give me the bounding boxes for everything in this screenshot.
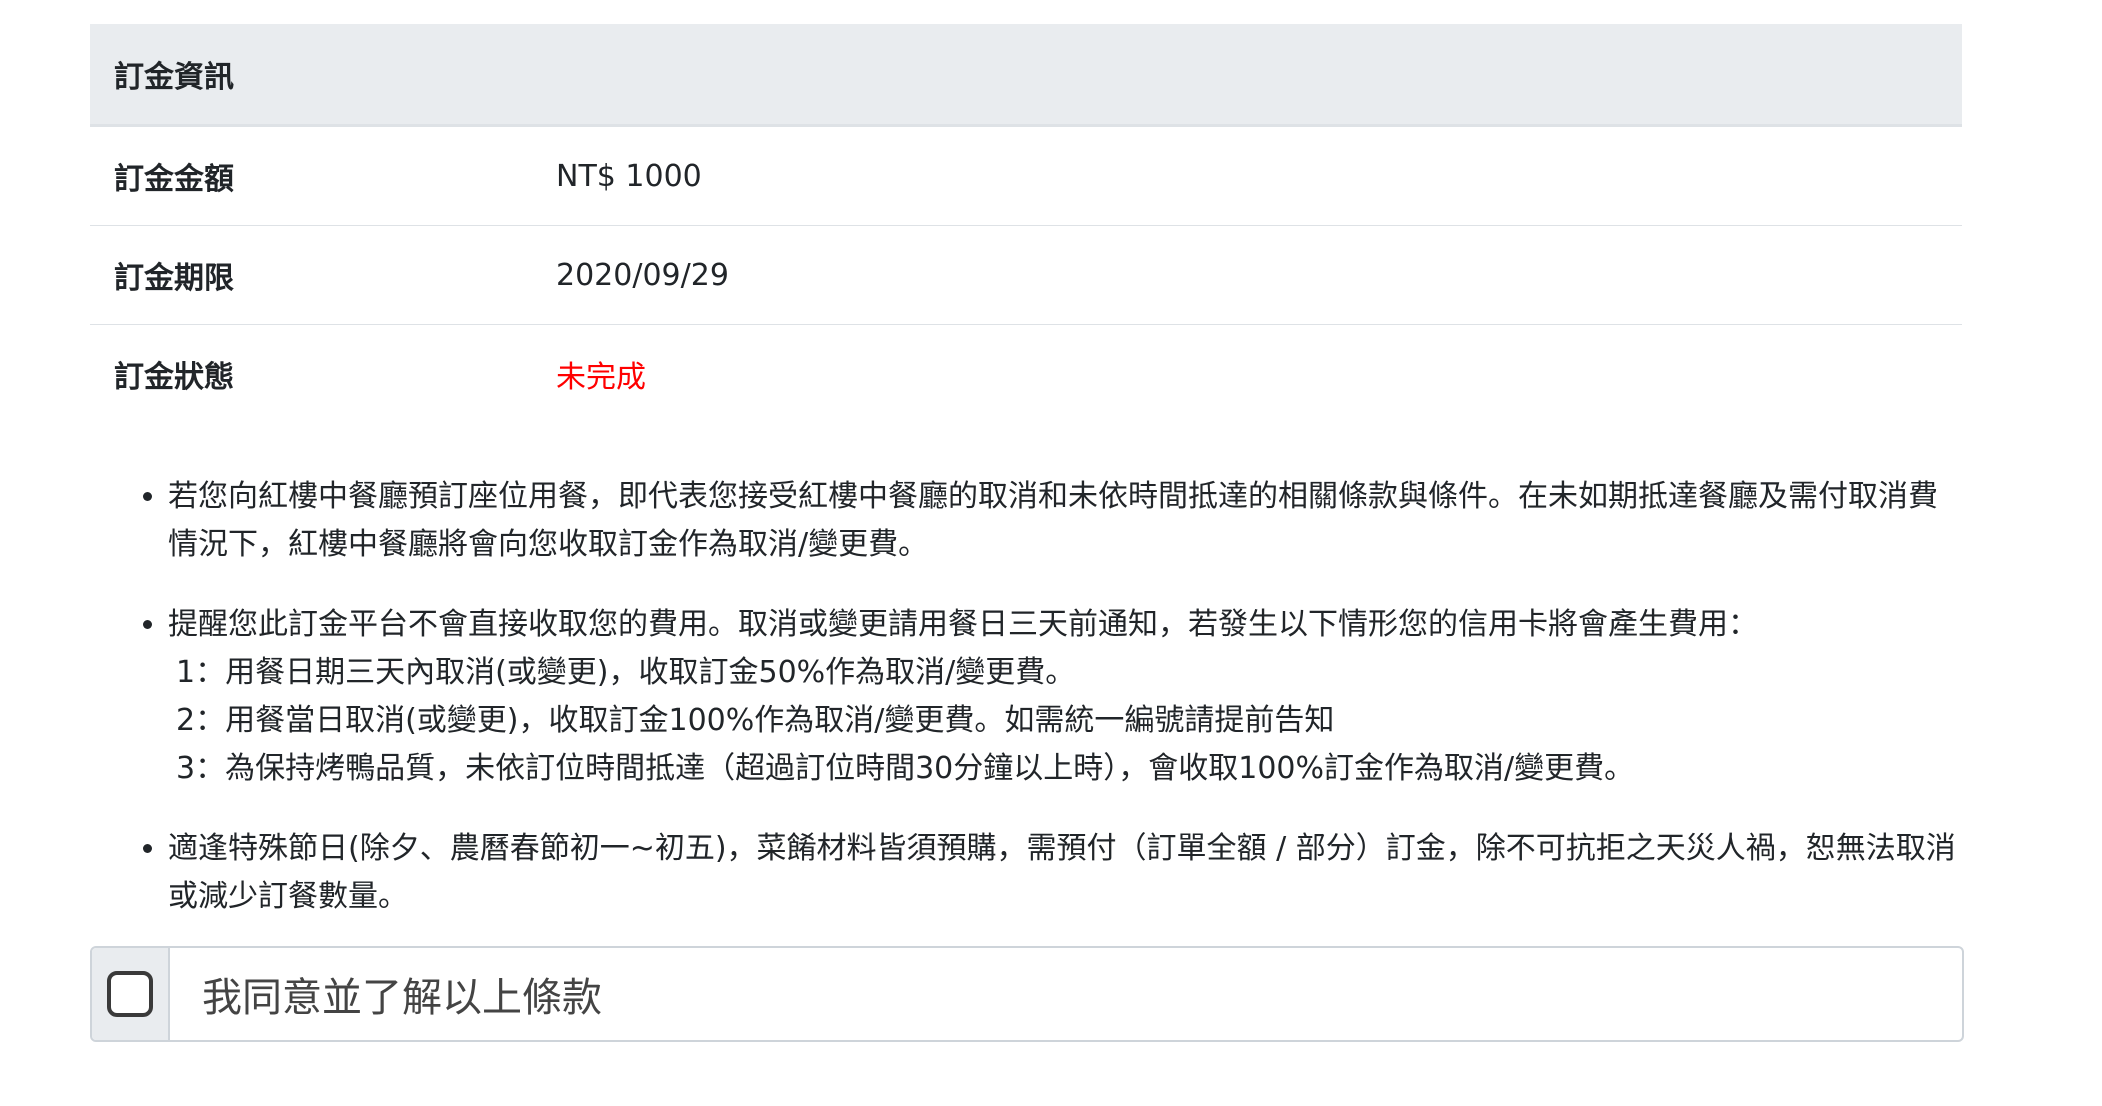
- table-row: 訂金期限 2020/09/29: [90, 225, 1962, 325]
- deposit-section: 訂金資訊 訂金金額 NT$ 1000 訂金期限 2020/09/29 訂金狀態 …: [90, 24, 1964, 1042]
- agree-terms-label[interactable]: 我同意並了解以上條款: [170, 948, 602, 1040]
- terms-fee-item-2: 2：用餐當日取消(或變更)，收取訂金100%作為取消/變更費。如需統一編號請提前…: [176, 703, 1335, 738]
- terms-fee-item-3: 3：為保持烤鴨品質，未依訂位時間抵達（超過訂位時間30分鐘以上時），會收取100…: [176, 751, 1635, 786]
- terms-fee-item-1: 1：用餐日期三天內取消(或變更)，收取訂金50%作為取消/變更費。: [176, 655, 1076, 690]
- agree-checkbox-wrapper[interactable]: [92, 948, 170, 1040]
- deposit-amount-label: 訂金金額: [114, 162, 234, 197]
- deposit-amount-value: NT$ 1000: [556, 158, 702, 194]
- terms-holiday-text: 適逢特殊節日(除夕、農曆春節初一~初五)，菜餚材料皆須預購，需預付（訂單全額 /…: [168, 831, 1956, 914]
- list-item: 適逢特殊節日(除夕、農曆春節初一~初五)，菜餚材料皆須預購，需預付（訂單全額 /…: [168, 825, 1962, 921]
- deposit-table-header: 訂金資訊: [90, 24, 1962, 127]
- table-row: 訂金金額 NT$ 1000: [90, 126, 1962, 226]
- agree-terms-group: 我同意並了解以上條款: [90, 946, 1964, 1042]
- list-item: 若您向紅樓中餐廳預訂座位用餐，即代表您接受紅樓中餐廳的取消和未依時間抵達的相關條…: [168, 473, 1962, 569]
- deposit-deadline-label: 訂金期限: [90, 225, 556, 325]
- deposit-status-label: 訂金狀態: [90, 324, 556, 423]
- deposit-status-value: 未完成: [556, 324, 1962, 423]
- terms-list: 若您向紅樓中餐廳預訂座位用餐，即代表您接受紅樓中餐廳的取消和未依時間抵達的相關條…: [90, 473, 1962, 921]
- list-item: 提醒您此訂金平台不會直接收取您的費用。取消或變更請用餐日三天前通知，若發生以下情…: [168, 601, 1962, 793]
- deposit-table: 訂金資訊 訂金金額 NT$ 1000 訂金期限 2020/09/29 訂金狀態 …: [90, 24, 1962, 423]
- agree-checkbox[interactable]: [107, 971, 153, 1017]
- table-row: 訂金狀態 未完成: [90, 324, 1962, 423]
- terms-cancellation-text: 若您向紅樓中餐廳預訂座位用餐，即代表您接受紅樓中餐廳的取消和未依時間抵達的相關條…: [168, 479, 1938, 562]
- terms-fee-intro-text: 提醒您此訂金平台不會直接收取您的費用。取消或變更請用餐日三天前通知，若發生以下情…: [168, 607, 1758, 642]
- deposit-deadline-value: 2020/09/29: [556, 225, 1962, 325]
